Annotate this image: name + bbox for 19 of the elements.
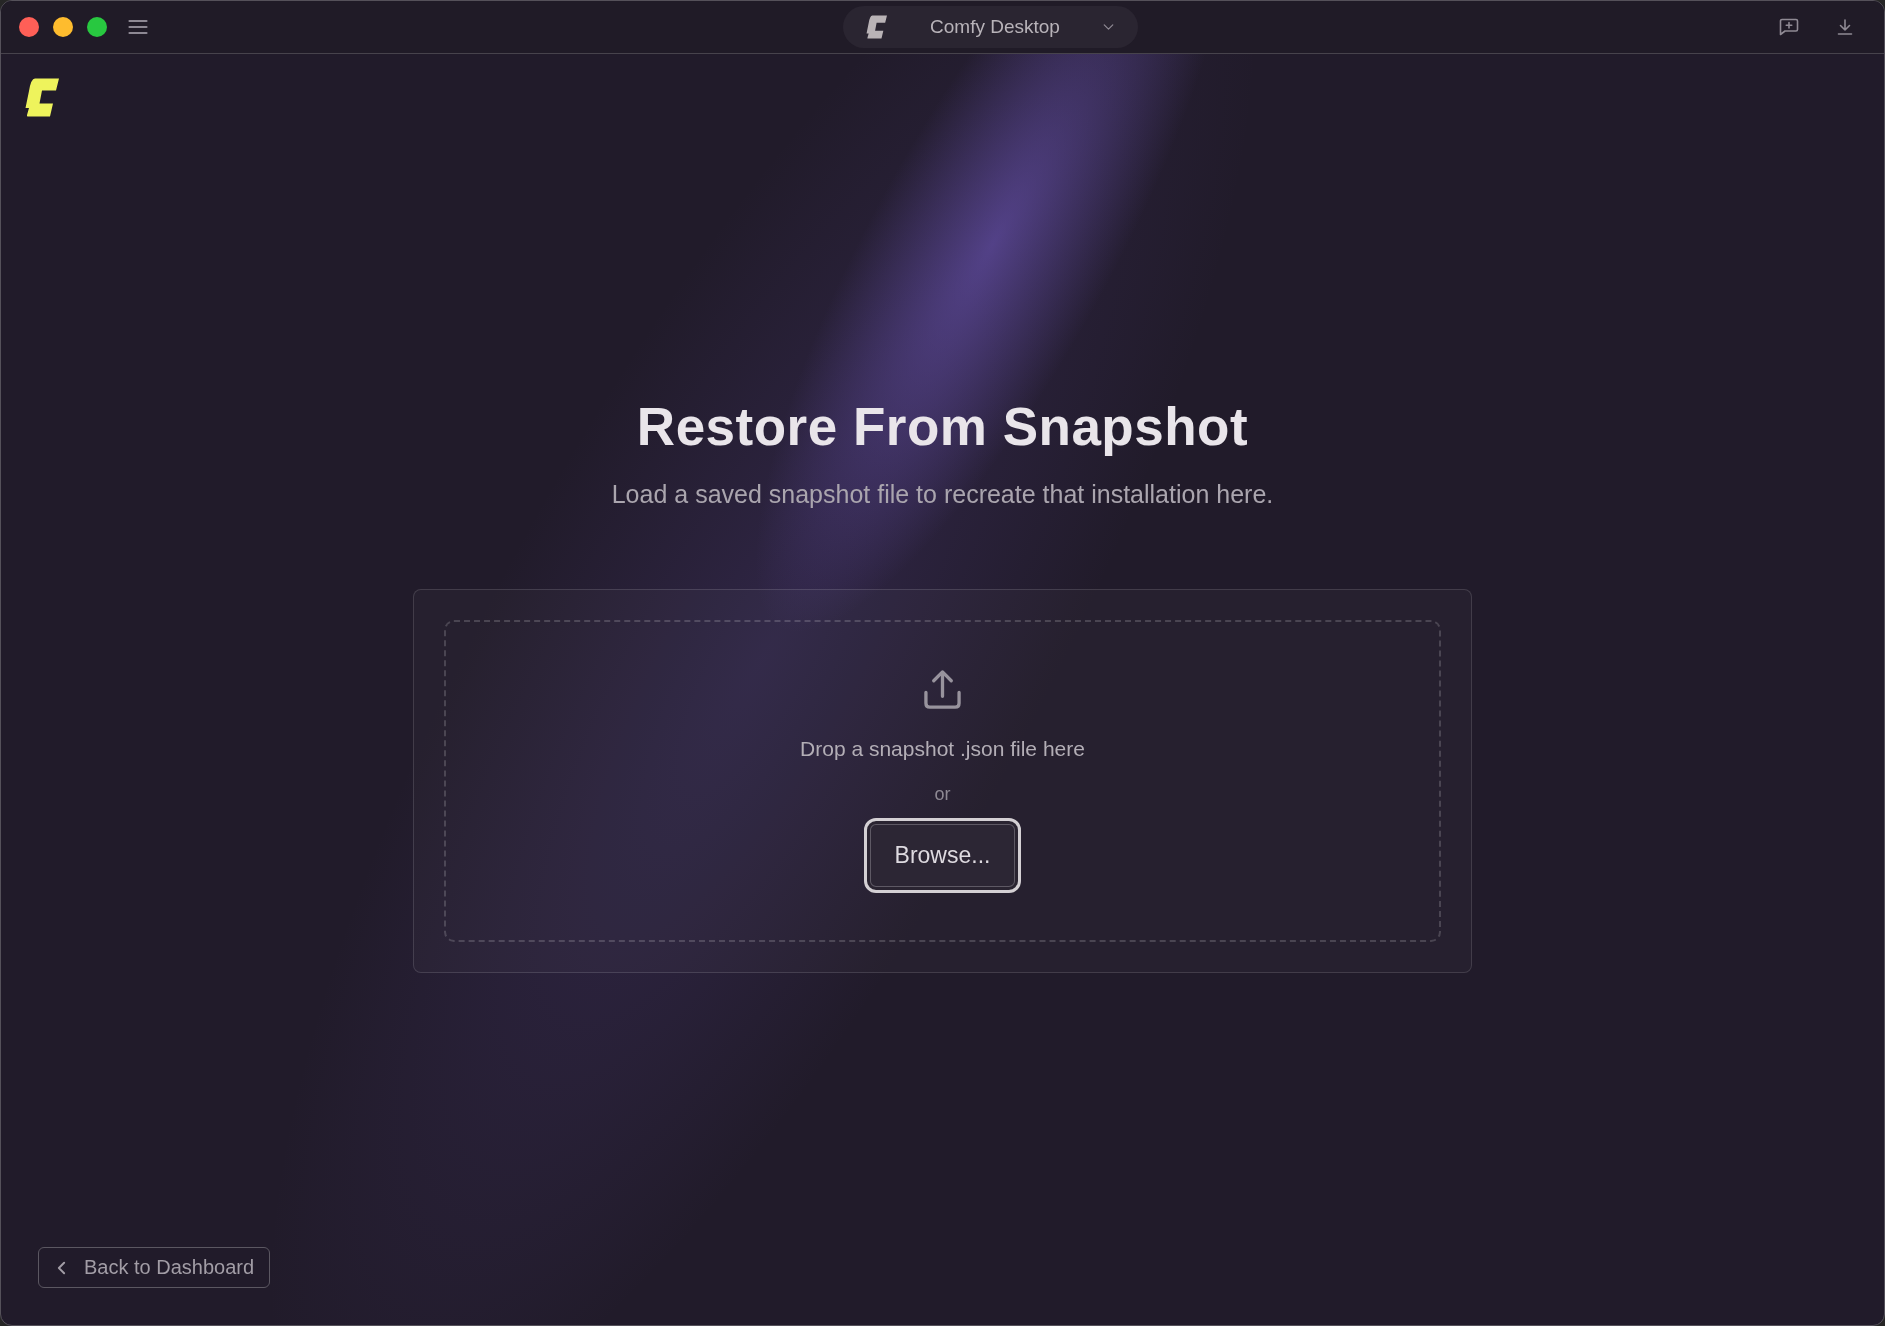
download-icon[interactable] [1837, 19, 1853, 35]
or-separator: or [934, 783, 951, 805]
drop-prompt: Drop a snapshot .json file here [800, 736, 1085, 762]
maximize-window-button[interactable] [87, 17, 107, 37]
logo-icon [865, 15, 887, 39]
page-subtitle: Load a saved snapshot file to recreate that installation here. [611, 479, 1274, 509]
chevron-left-icon [57, 1260, 66, 1275]
back-button[interactable]: Back to Dashboard [38, 1247, 271, 1288]
browse-button[interactable]: Browse... [864, 818, 1021, 893]
close-window-button[interactable] [19, 17, 39, 37]
minimize-window-button[interactable] [53, 17, 73, 37]
file-drop-zone[interactable]: Drop a snapshot .json file here or Browse... [444, 620, 1441, 942]
installation-selector[interactable]: Comfy Desktop [843, 6, 1138, 48]
upload-icon [923, 669, 962, 710]
chevron-down-icon [1103, 24, 1114, 30]
message-plus-icon[interactable] [1779, 18, 1799, 36]
page-heading: Restore From Snapshot [636, 396, 1249, 458]
menu-icon[interactable] [128, 19, 148, 35]
logo-icon [23, 78, 59, 117]
